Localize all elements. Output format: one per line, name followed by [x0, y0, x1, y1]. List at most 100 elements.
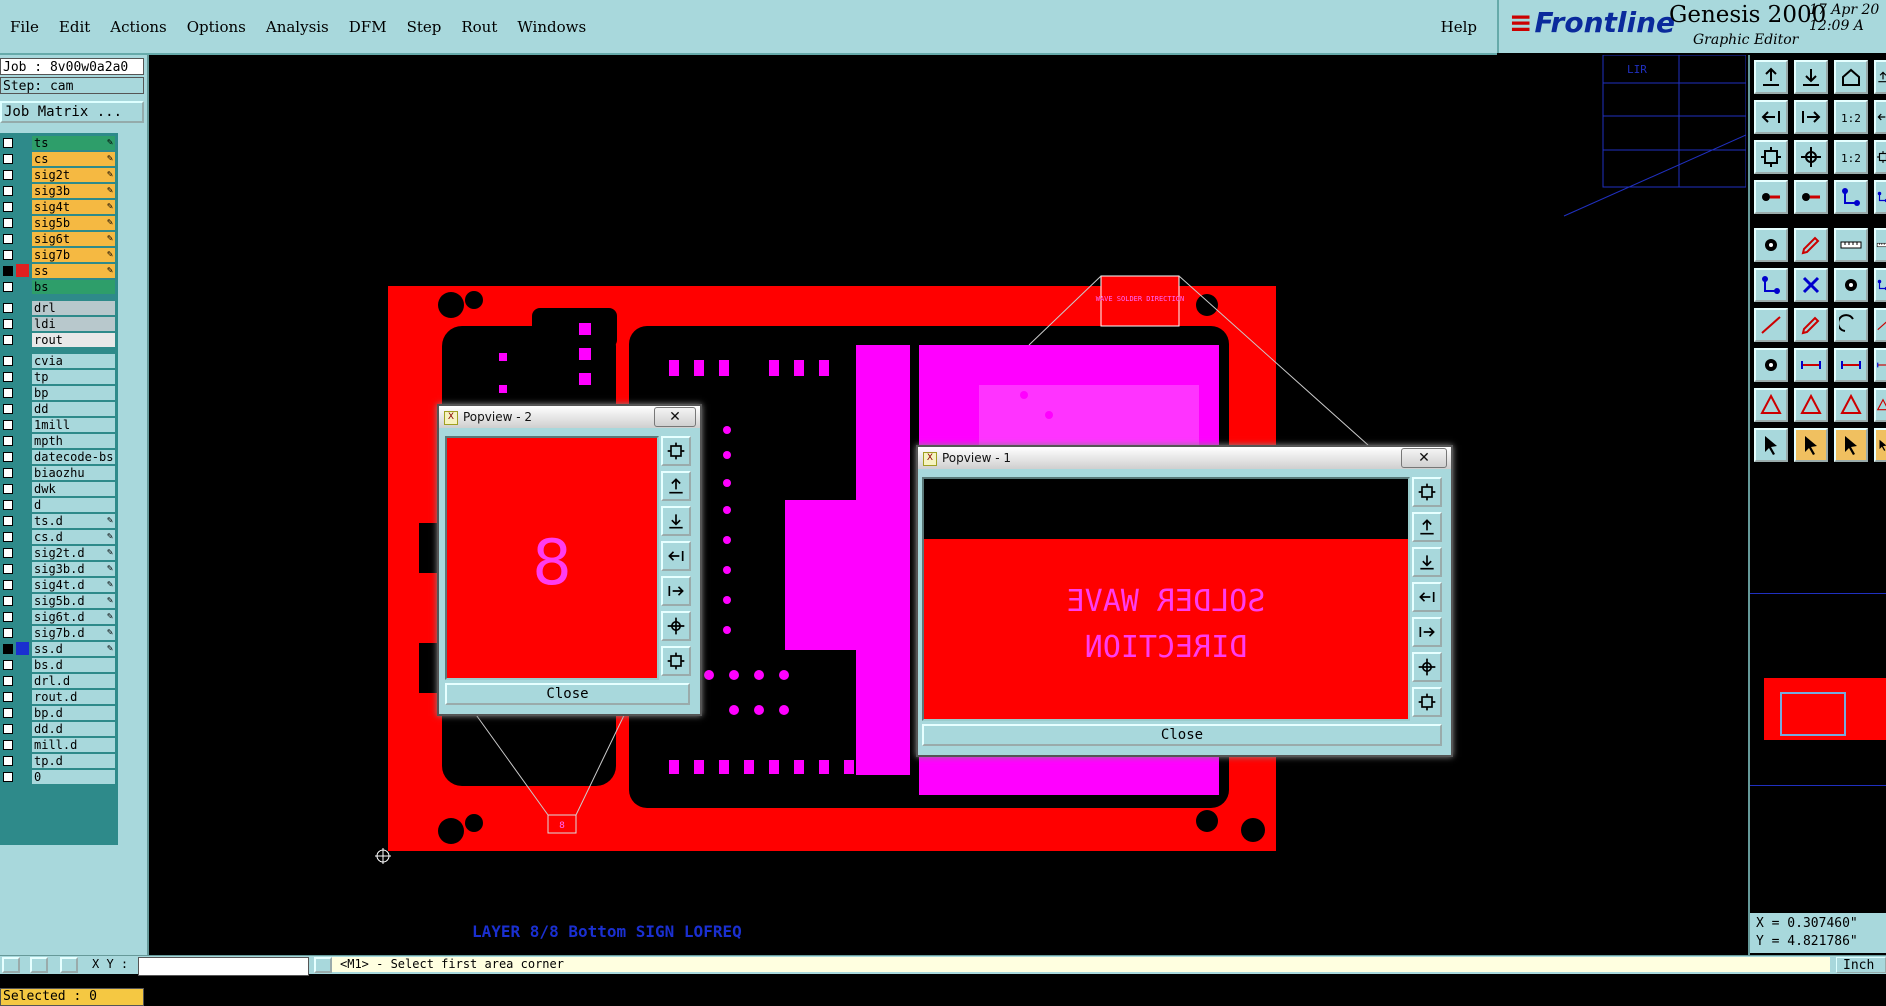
layer-name[interactable]: tp: [32, 370, 115, 384]
layer-name[interactable]: datecode-bs: [32, 450, 115, 464]
popview-1-close-x-icon[interactable]: ✕: [1401, 448, 1447, 468]
layer-row-sig5b.d[interactable]: sig5b.d✎: [0, 593, 118, 609]
fit-window-icon[interactable]: [661, 436, 691, 466]
fit-window-icon[interactable]: [1412, 687, 1442, 717]
home-icon[interactable]: [1834, 60, 1868, 94]
upload-icon[interactable]: [1754, 60, 1788, 94]
layer-row-ss.d[interactable]: ss.d✎: [0, 641, 118, 657]
layer-name[interactable]: sig5b✎: [32, 216, 115, 230]
ratio-icon[interactable]: 1:2: [1834, 140, 1868, 174]
popview-2-window[interactable]: X Popview - 2 ✕ 8 Close: [437, 404, 702, 716]
layer-name[interactable]: ldi: [32, 317, 115, 331]
layer-row-sig6t.d[interactable]: sig6t.d✎: [0, 609, 118, 625]
layer-row-sig5b[interactable]: sig5b✎: [0, 215, 118, 231]
popview-2-close-x-icon[interactable]: ✕: [654, 407, 696, 427]
layer-row-ts.d[interactable]: ts.d✎: [0, 513, 118, 529]
menu-actions[interactable]: Actions: [100, 18, 176, 36]
layer-name[interactable]: sig7b.d✎: [32, 626, 115, 640]
line-icon[interactable]: [1874, 308, 1886, 342]
step-right-icon[interactable]: [661, 576, 691, 606]
menu-options[interactable]: Options: [177, 18, 256, 36]
layer-checkbox[interactable]: [3, 724, 13, 734]
layer-checkbox[interactable]: [3, 772, 13, 782]
layer-checkbox[interactable]: [3, 628, 13, 638]
select-mode-icon[interactable]: [2, 957, 20, 973]
layer-name[interactable]: bp: [32, 386, 115, 400]
layer-checkbox[interactable]: [3, 388, 13, 398]
layer-name[interactable]: mpth: [32, 434, 115, 448]
snap-icon[interactable]: [1754, 348, 1788, 382]
layer-row-cvia[interactable]: cvia: [0, 353, 118, 369]
step-right-icon[interactable]: [1412, 617, 1442, 647]
layer-row-ts[interactable]: ts✎: [0, 135, 118, 151]
download-icon[interactable]: [1412, 547, 1442, 577]
layer-name[interactable]: biaozhu: [32, 466, 115, 480]
layer-name[interactable]: d: [32, 498, 115, 512]
ruler-icon[interactable]: [1874, 228, 1886, 262]
menu-step[interactable]: Step: [397, 18, 452, 36]
pause-icon[interactable]: [314, 957, 332, 973]
layer-row-rout[interactable]: rout: [0, 332, 118, 348]
layer-checkbox[interactable]: [3, 676, 13, 686]
layer-row-tp.d[interactable]: tp.d: [0, 753, 118, 769]
layer-row-bp.d[interactable]: bp.d: [0, 705, 118, 721]
layer-checkbox[interactable]: [3, 532, 13, 542]
layer-checkbox[interactable]: [3, 436, 13, 446]
layer-checkbox[interactable]: [3, 372, 13, 382]
layer-checkbox[interactable]: [3, 644, 13, 654]
pin-icon[interactable]: [1754, 180, 1788, 214]
layer-name[interactable]: sig4t.d✎: [32, 578, 115, 592]
layer-name[interactable]: sig6t.d✎: [32, 610, 115, 624]
layer-name[interactable]: sig2t✎: [32, 168, 115, 182]
layer-row-sig2t[interactable]: sig2t✎: [0, 167, 118, 183]
step-right-icon[interactable]: [1794, 100, 1828, 134]
layer-checkbox[interactable]: [3, 756, 13, 766]
layer-checkbox[interactable]: [3, 266, 13, 276]
layer-name[interactable]: ss✎: [32, 264, 115, 278]
layer-checkbox[interactable]: [3, 420, 13, 430]
layer-row-cs.d[interactable]: cs.d✎: [0, 529, 118, 545]
menu-dfm[interactable]: DFM: [339, 18, 397, 36]
popview-1-view[interactable]: SOLDER WAVE DIRECTION: [922, 477, 1410, 721]
layer-checkbox[interactable]: [3, 282, 13, 292]
layer-row-datecode-bs[interactable]: datecode-bs: [0, 449, 118, 465]
layer-name[interactable]: rout: [32, 333, 115, 347]
layer-name[interactable]: sig3b✎: [32, 184, 115, 198]
popview-1-close-button[interactable]: Close: [922, 724, 1442, 746]
layer-checkbox[interactable]: [3, 319, 13, 329]
layer-row-bs.d[interactable]: bs.d: [0, 657, 118, 673]
measure-icon[interactable]: [1874, 348, 1886, 382]
layer-checkbox[interactable]: [3, 250, 13, 260]
layer-checkbox[interactable]: [3, 708, 13, 718]
layer-row-dwk[interactable]: dwk: [0, 481, 118, 497]
layer-checkbox[interactable]: [3, 484, 13, 494]
upload-icon[interactable]: [661, 471, 691, 501]
layer-name[interactable]: 0: [32, 770, 115, 784]
layer-checkbox[interactable]: [3, 356, 13, 366]
fit-window-icon[interactable]: [1412, 477, 1442, 507]
popview-1-titlebar[interactable]: X Popview - 1 ✕: [918, 447, 1451, 469]
layer-checkbox[interactable]: [3, 335, 13, 345]
layer-row-sig2t.d[interactable]: sig2t.d✎: [0, 545, 118, 561]
layer-checkbox[interactable]: [3, 303, 13, 313]
check-icon[interactable]: [30, 957, 48, 973]
arc-icon[interactable]: [1834, 308, 1868, 342]
layer-checkbox[interactable]: [3, 516, 13, 526]
triangle-icon[interactable]: [1834, 388, 1868, 422]
xy-input[interactable]: [138, 957, 309, 976]
layer-name[interactable]: sig7b✎: [32, 248, 115, 262]
layer-row-rout.d[interactable]: rout.d: [0, 689, 118, 705]
layer-name[interactable]: sig4t✎: [32, 200, 115, 214]
layer-row-biaozhu[interactable]: biaozhu: [0, 465, 118, 481]
pen-icon[interactable]: [1794, 308, 1828, 342]
layer-row-sig7b[interactable]: sig7b✎: [0, 247, 118, 263]
layer-checkbox[interactable]: [3, 138, 13, 148]
netlist-icon[interactable]: [1874, 268, 1886, 302]
layer-row-sig7b.d[interactable]: sig7b.d✎: [0, 625, 118, 641]
layer-name[interactable]: drl: [32, 301, 115, 315]
layer-checkbox[interactable]: [3, 660, 13, 670]
layer-checkbox[interactable]: [3, 154, 13, 164]
layer-checkbox[interactable]: [3, 500, 13, 510]
measure-icon[interactable]: [1794, 348, 1828, 382]
snap-icon[interactable]: [1834, 268, 1868, 302]
